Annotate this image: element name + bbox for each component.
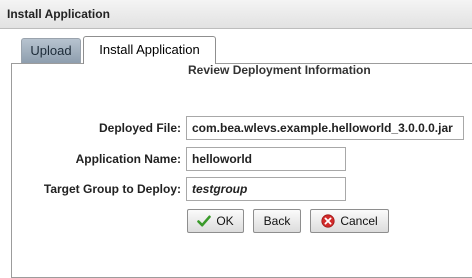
target-group-field[interactable]: testgroup <box>186 177 346 201</box>
cancel-button-label: Cancel <box>340 214 378 228</box>
application-name-label: Application Name: <box>75 152 181 166</box>
cancel-icon <box>321 214 335 228</box>
ok-button-label: OK <box>216 214 234 228</box>
tab-install-application[interactable]: Install Application <box>83 36 216 64</box>
back-button-label: Back <box>263 214 291 228</box>
back-button[interactable]: Back <box>253 209 301 233</box>
cancel-button[interactable]: Cancel <box>310 209 389 233</box>
ok-button[interactable]: OK <box>187 209 244 233</box>
deployed-file-label: Deployed File: <box>98 121 181 135</box>
application-name-field[interactable]: helloworld <box>186 147 346 171</box>
title-bar: Install Application <box>0 0 472 29</box>
tab-upload[interactable]: Upload <box>21 38 81 63</box>
check-icon <box>197 214 212 228</box>
target-group-label: Target Group to Deploy: <box>43 182 181 196</box>
window-title: Install Application <box>7 7 110 21</box>
deployed-file-field[interactable]: com.bea.wlevs.example.helloworld_3.0.0.0… <box>186 116 464 140</box>
section-title: Review Deployment Information <box>188 63 371 77</box>
